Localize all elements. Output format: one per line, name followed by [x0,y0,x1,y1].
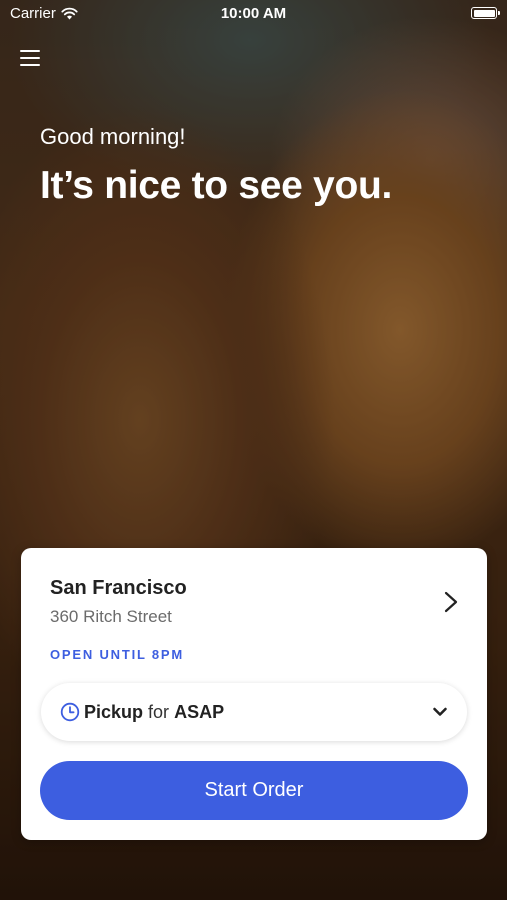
location-hours: OPEN UNTIL 8PM [50,647,185,662]
status-bar: Carrier 10:00 AM [0,0,507,28]
location-street[interactable]: 360 Ritch Street [50,607,172,627]
greeting-text: Good morning! [40,124,186,149]
battery-icon [471,7,500,19]
order-method: Pickup [84,702,144,722]
location-card: San Francisco 360 Ritch Street OPEN UNTI… [21,548,487,840]
chevron-right-icon[interactable] [441,590,461,614]
start-order-button[interactable]: Start Order [40,761,468,820]
chevron-down-icon [433,707,447,716]
clock-icon [60,702,80,722]
welcome-headline: It’s nice to see you. [40,164,393,207]
order-mode-label: Pickup for ASAP [84,702,224,723]
status-time: 10:00 AM [220,5,287,22]
order-time: ASAP [174,702,225,722]
order-mode-selector[interactable]: Pickup for ASAP [41,683,467,741]
order-connector: for [148,702,170,722]
hamburger-menu-icon[interactable] [20,50,40,66]
location-city[interactable]: San Francisco [50,577,187,600]
